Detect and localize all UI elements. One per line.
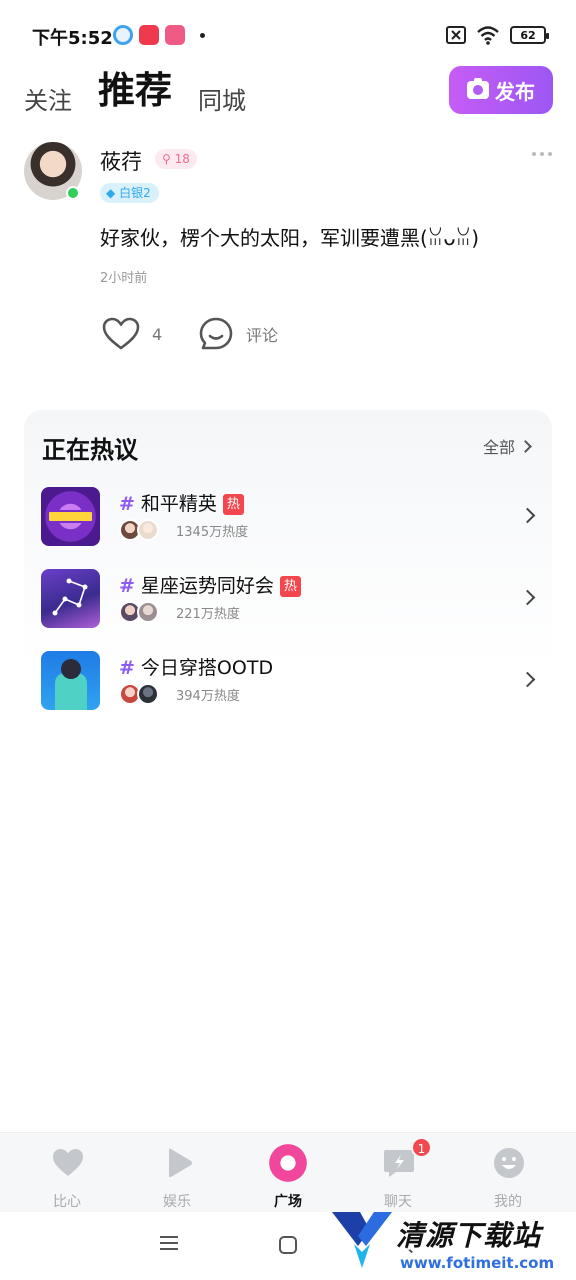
topic-thumbnail (41, 651, 100, 710)
plaza-icon (269, 1144, 307, 1182)
nav-chat[interactable]: 1 聊天 (343, 1137, 453, 1211)
chevron-right-icon (519, 439, 532, 453)
participant-avatars (119, 519, 165, 541)
post-content: 好家伙，楞个大的太阳，军训要遭黑(ꈍᴗꈍ) (100, 226, 480, 250)
topic-heat: 221万热度 (176, 607, 240, 622)
camera-icon (467, 78, 489, 99)
chevron-right-icon (519, 671, 536, 688)
battery-level: 62 (520, 28, 536, 42)
sim-off-icon (446, 26, 466, 44)
comment-icon (199, 317, 233, 350)
hot-topics-title: 正在热议 (42, 436, 138, 464)
rank-label: 白银2 (119, 186, 151, 200)
participant-avatars (119, 683, 165, 705)
heart-outline-icon (102, 317, 140, 350)
bottom-nav: 比心 娱乐 广场 1 聊天 我的 (0, 1132, 576, 1212)
cloud-app-icon (113, 25, 133, 45)
topic-item[interactable]: # 今日穿搭OOTD 394万热度 (41, 651, 541, 711)
chevron-right-icon (519, 589, 536, 606)
profile-icon (494, 1148, 524, 1178)
chevron-right-icon (519, 507, 536, 524)
level-value: 18 (174, 152, 190, 166)
watermark: 清源下载站 www.fotimeit.com (330, 1204, 570, 1280)
topic-thumbnail (41, 569, 100, 628)
home-icon[interactable] (279, 1236, 297, 1254)
avatar (137, 519, 159, 541)
status-time: 下午5:52 (32, 28, 113, 49)
status-right: 62 (446, 24, 549, 46)
hot-badge: 热 (279, 576, 301, 597)
red-app-icon (139, 25, 159, 45)
constellation-icon (52, 578, 88, 616)
battery-indicator: 62 (510, 26, 549, 44)
participant-avatars (119, 601, 165, 623)
topic-title: 星座运势同好会 (140, 575, 274, 597)
topic-name: # 今日穿搭OOTD (119, 653, 273, 680)
post-card: 莜荇 ⚲ 18 ◆ 白银2 好家伙，楞个大的太阳，军训要遭黑(ꈍᴗꈍ) 2小时前… (0, 140, 576, 380)
tab-follow[interactable]: 关注 (24, 81, 72, 126)
rank-badge: ◆ 白银2 (100, 183, 159, 203)
hashtag-icon: # (119, 575, 135, 597)
tab-recommend[interactable]: 推荐 (98, 60, 172, 126)
post-username[interactable]: 莜荇 (100, 146, 142, 176)
topic-heat: 1345万热度 (176, 525, 249, 540)
wifi-icon (477, 26, 499, 45)
topic-title: 今日穿搭OOTD (140, 657, 274, 679)
nav-entertainment[interactable]: 娱乐 (122, 1141, 232, 1211)
nav-me[interactable]: 我的 (453, 1141, 563, 1211)
avatar (137, 683, 159, 705)
watermark-name: 清源下载站 (396, 1219, 542, 1252)
play-icon (169, 1148, 192, 1178)
nav-label: 比心 (53, 1194, 81, 1210)
publish-label: 发布 (495, 79, 535, 104)
topic-heat: 394万热度 (176, 689, 240, 704)
nav-label: 娱乐 (163, 1194, 191, 1210)
comment-label: 评论 (246, 326, 279, 345)
diamond-icon: ◆ (106, 186, 116, 200)
topic-item[interactable]: # 和平精英热 1345万热度 (41, 487, 541, 547)
nav-plaza[interactable]: 广场 (233, 1141, 343, 1211)
publish-button[interactable]: 发布 (449, 66, 553, 114)
hashtag-icon: # (119, 657, 135, 679)
topic-name: # 星座运势同好会热 (119, 571, 301, 598)
hot-badge: 热 (222, 494, 244, 515)
like-count: 4 (152, 324, 163, 344)
topic-title: 和平精英 (140, 493, 217, 515)
nav-bixin[interactable]: 比心 (12, 1141, 122, 1211)
nav-label: 广场 (274, 1194, 302, 1210)
topic-item[interactable]: # 星座运势同好会热 221万热度 (41, 569, 541, 629)
view-all-link[interactable]: 全部 (482, 434, 532, 458)
more-options-icon[interactable] (532, 152, 552, 158)
online-status-dot (66, 186, 80, 200)
avatar (137, 601, 159, 623)
menu-icon[interactable] (160, 1236, 178, 1250)
pink-app-icon (165, 25, 185, 45)
tab-local[interactable]: 同城 (198, 81, 246, 126)
notification-dot (200, 33, 205, 38)
key-icon: ⚲ (162, 152, 171, 166)
hot-topics-card: 正在热议 全部 # 和平精英热 1345万热度 # 星座运势同好会热 221万热… (24, 410, 552, 716)
heart-icon (53, 1149, 83, 1176)
topic-thumbnail (41, 487, 100, 546)
status-bar: 下午5:52 62 (0, 0, 576, 70)
view-all-label: 全部 (482, 438, 515, 457)
watermark-logo-icon (332, 1212, 392, 1268)
post-time: 2小时前 (100, 271, 148, 286)
comment-button[interactable]: 评论 (198, 314, 278, 354)
header-tabs: 关注 推荐 同城 (24, 66, 272, 126)
level-badge: ⚲ 18 (155, 149, 197, 169)
like-button[interactable]: 4 (102, 314, 162, 354)
hashtag-icon: # (119, 493, 135, 515)
chat-unread-badge: 1 (411, 1137, 432, 1158)
topic-name: # 和平精英热 (119, 489, 244, 516)
watermark-url: www.fotimeit.com (400, 1254, 555, 1272)
